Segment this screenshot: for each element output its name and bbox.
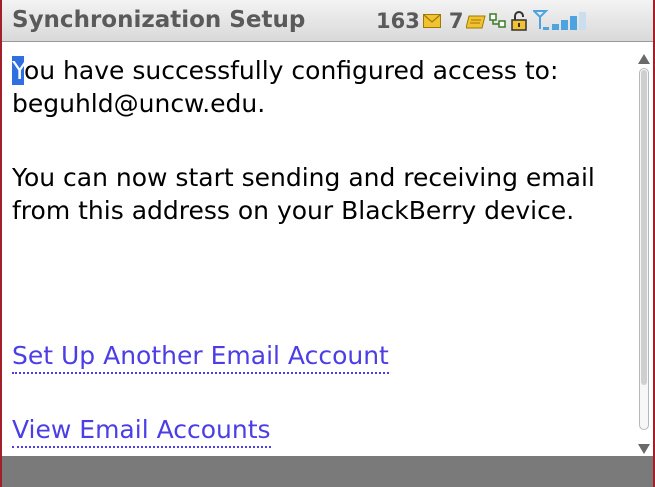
- unread-folder-count: 7: [448, 9, 464, 33]
- bottom-bar: [2, 456, 653, 487]
- scroll-down-arrow-icon[interactable]: [637, 440, 651, 454]
- screen-title: Synchronization Setup: [12, 7, 306, 33]
- device-screen: Synchronization Setup 163 7 You have suc…: [0, 0, 655, 487]
- status-indicators: 163 7: [376, 7, 591, 35]
- envelope-icon: [422, 14, 441, 28]
- vertical-scrollbar[interactable]: [636, 48, 652, 454]
- phone-icon: [489, 12, 507, 30]
- signal-icon: [533, 9, 591, 33]
- instructions-message: You can now start sending and receiving …: [12, 163, 595, 225]
- folder-icon: [466, 13, 487, 29]
- success-message: You have successfully configured access …: [12, 54, 622, 120]
- message-content: You have successfully configured access …: [12, 46, 622, 456]
- setup-another-email-link[interactable]: Set Up Another Email Account: [12, 339, 389, 374]
- view-email-accounts-link[interactable]: View Email Accounts: [12, 413, 271, 448]
- lock-icon: [510, 11, 528, 31]
- scroll-up-arrow-icon[interactable]: [637, 50, 651, 64]
- unread-email-count: 163: [376, 9, 420, 33]
- success-message-text: ou have successfully configured access t…: [12, 56, 559, 118]
- title-bar: Synchronization Setup 163 7: [2, 0, 653, 42]
- scroll-track[interactable]: [639, 68, 649, 430]
- scroll-thumb[interactable]: [641, 70, 647, 386]
- text-cursor[interactable]: Y: [12, 56, 24, 85]
